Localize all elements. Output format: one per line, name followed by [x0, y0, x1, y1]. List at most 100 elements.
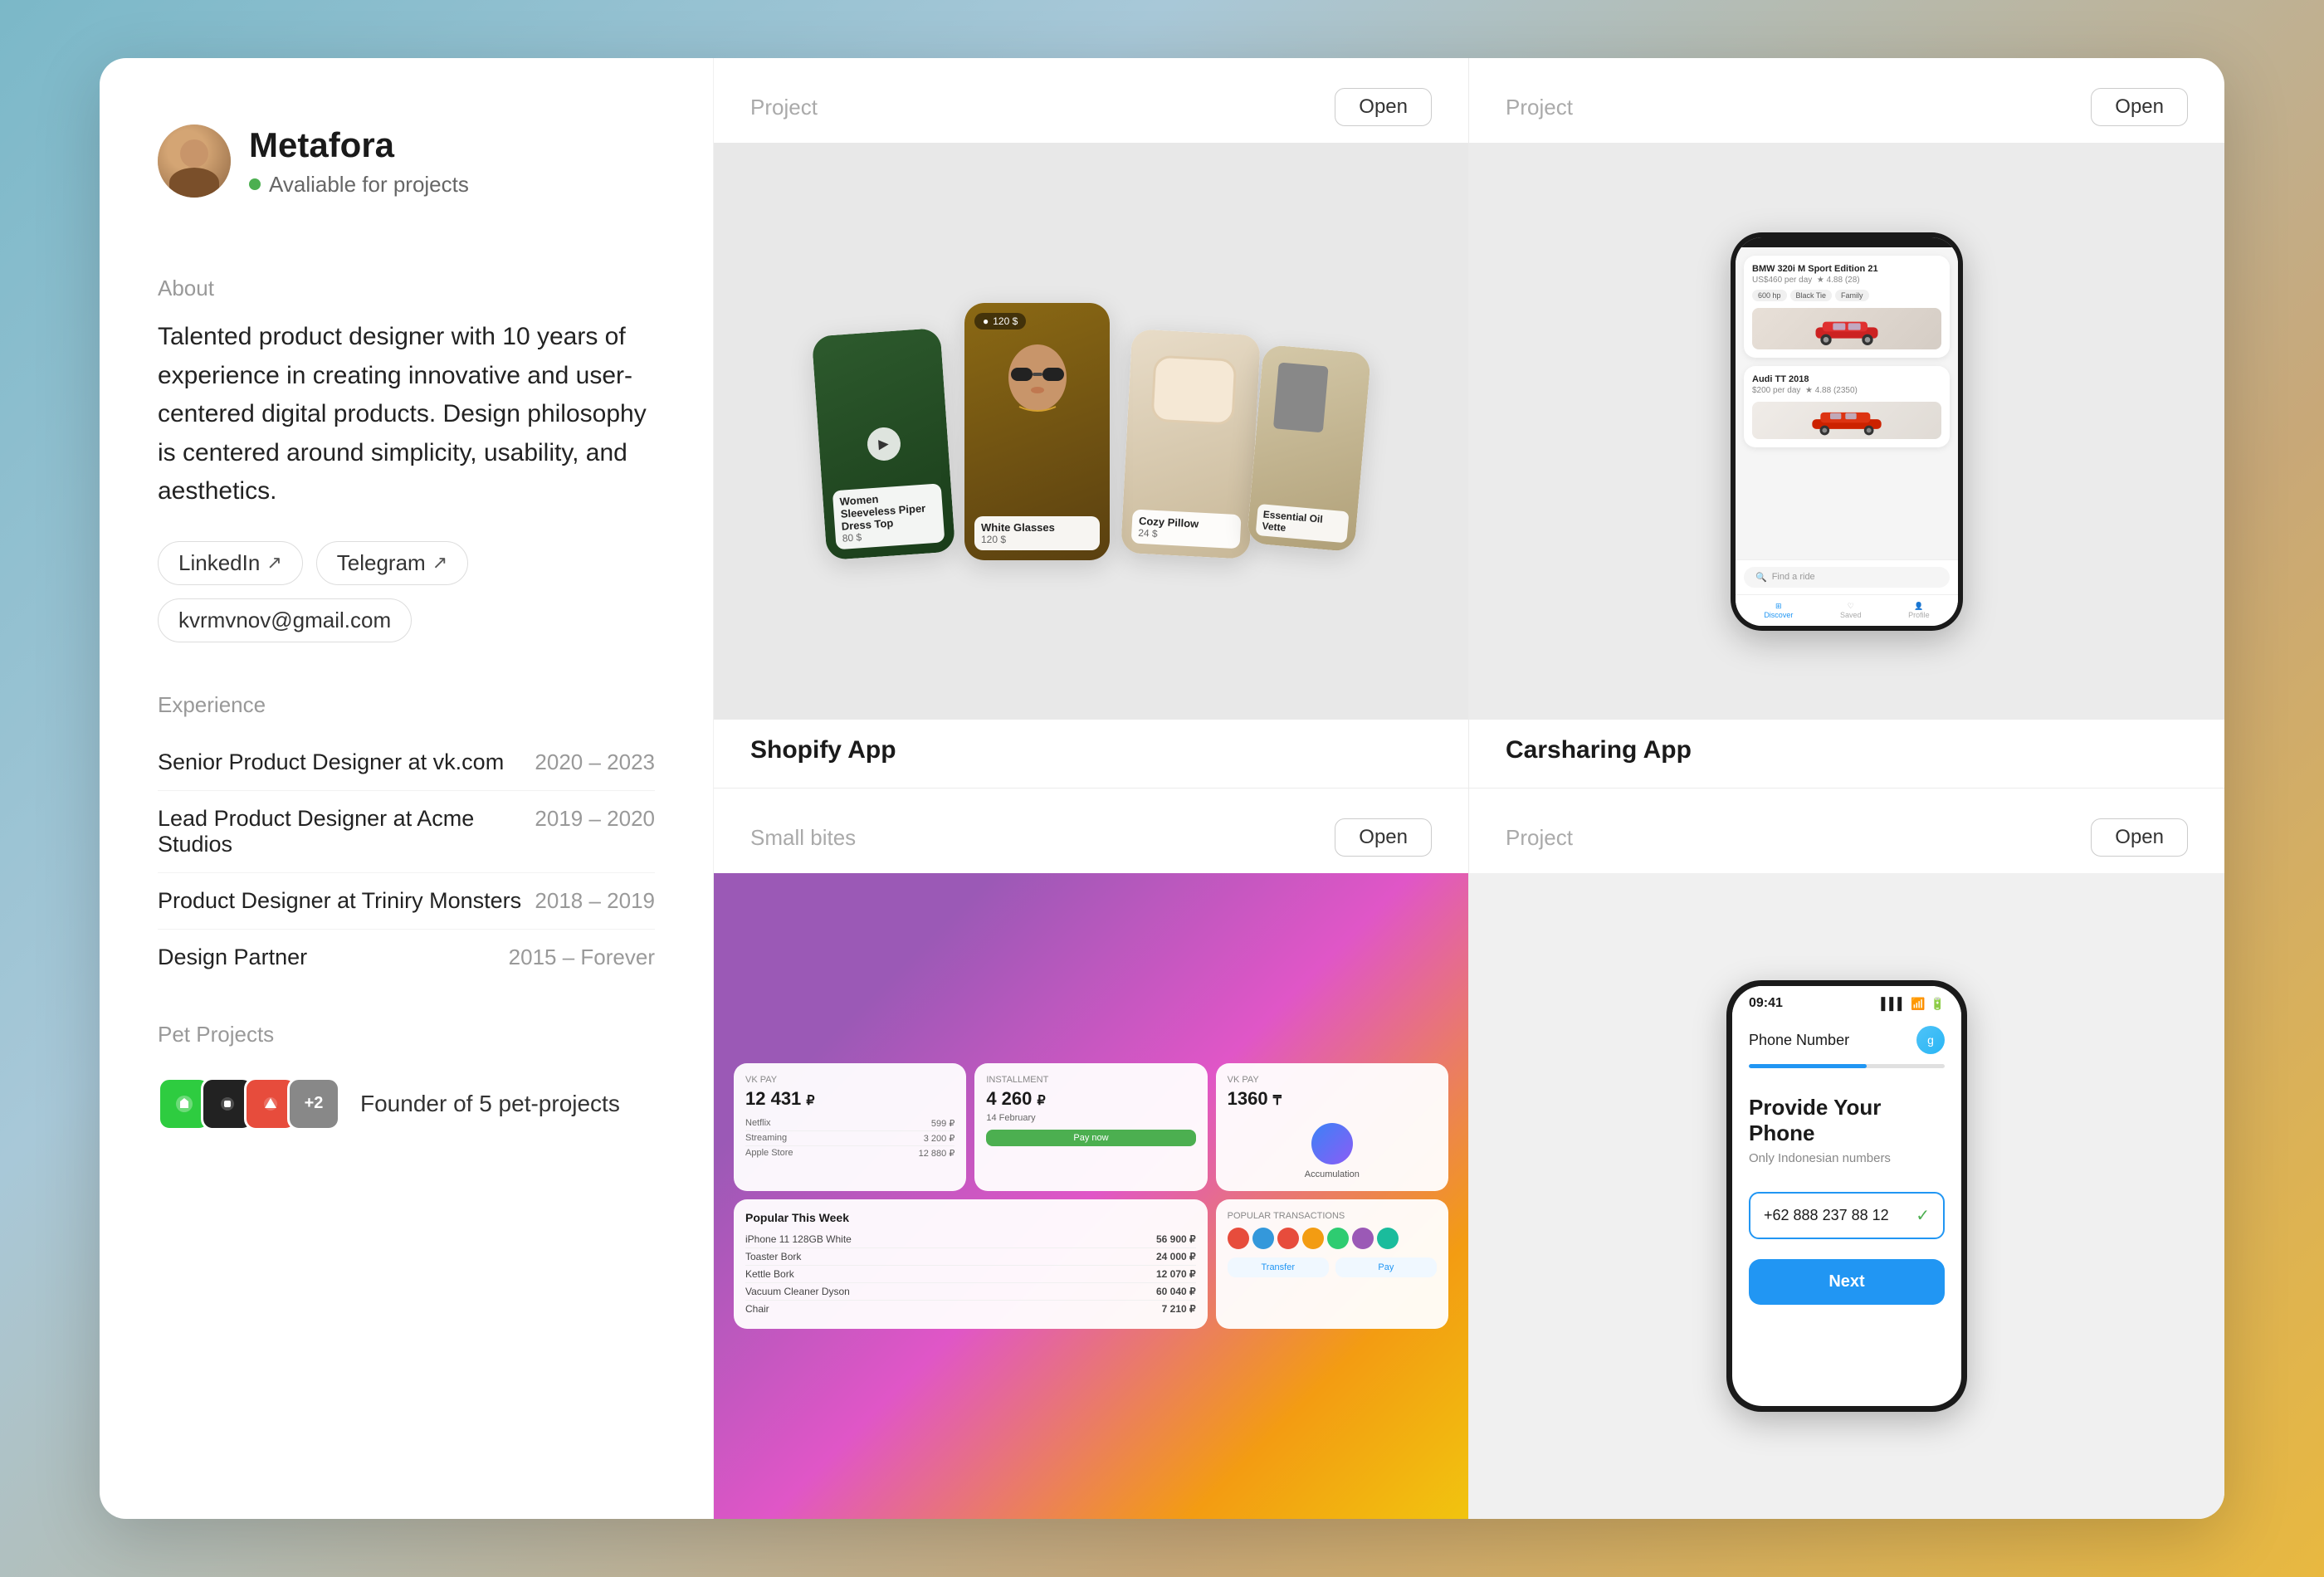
smallbites-project-cell: Small bites Open VK PAY 12 431 ₽	[714, 788, 1469, 1519]
pet-icon-count: +2	[287, 1077, 340, 1130]
shopify-item-label-1: Women Sleeveless Piper Dress Top 80 $	[832, 483, 945, 549]
provide-title: Provide Your Phone	[1749, 1095, 1945, 1146]
signal-icon: ▌▌▌	[1881, 997, 1906, 1010]
notch-time: 09:41	[1749, 996, 1783, 1011]
play-icon[interactable]: ▶	[866, 426, 901, 461]
phone-app-body: Provide Your Phone Only Indonesian numbe…	[1732, 1095, 1961, 1406]
profile-status: Avaliable for projects	[249, 172, 469, 198]
profile-name-status: Metafora Avaliable for projects	[249, 125, 469, 198]
links-row: LinkedIn ↗ Telegram ↗	[158, 541, 655, 585]
exp-years-0: 2020 – 2023	[535, 749, 655, 775]
pet-label: Founder of 5 pet-projects	[360, 1091, 620, 1117]
left-panel: Metafora Avaliable for projects About Ta…	[100, 58, 714, 1519]
exp-title-2: Product Designer at Triniry Monsters	[158, 888, 521, 914]
provide-subtitle: Only Indonesian numbers	[1749, 1151, 1945, 1165]
carsharing-type: Project	[1506, 95, 1573, 120]
shopify-project-cell: Project Open ▶ Women Sleeveless Piper Dr…	[714, 58, 1469, 788]
exp-years-2: 2018 – 2019	[535, 888, 655, 914]
car1-name: BMW 320i M Sport Edition 21	[1752, 264, 1941, 274]
progress-bar-container	[1732, 1064, 1961, 1068]
vkpay-currency2: ₽	[1038, 1094, 1046, 1108]
car2-name: Audi TT 2018	[1752, 374, 1941, 384]
smallbites-cell-header: Small bites Open	[714, 788, 1468, 873]
wifi-icon: 📶	[1911, 997, 1925, 1011]
email-badge[interactable]: kvrmvnov@gmail.com	[158, 598, 412, 642]
linkedin-link[interactable]: LinkedIn ↗	[158, 541, 303, 585]
svg-text:g: g	[1927, 1033, 1934, 1047]
smallbites-preview: VK PAY 12 431 ₽ Netflix599 ₽ Streami	[714, 873, 1468, 1519]
checkmark-icon: ✓	[1916, 1205, 1930, 1226]
exp-title-3: Design Partner	[158, 945, 307, 970]
vkpay-trans-title: POPULAR TRANSACTIONS	[1228, 1211, 1437, 1221]
carsharing-project-cell: Project Open	[1469, 58, 2224, 788]
vkpay-label3: 1360	[1228, 1088, 1268, 1109]
phone-number-mockup: 09:41 ▌▌▌ 📶 🔋 Phone Number	[1726, 980, 1967, 1412]
vkpay-pay[interactable]: Pay	[1335, 1257, 1437, 1277]
shopify-card-2: ●120 $	[964, 303, 1110, 560]
vkpay-price-2: 12 070 ₽	[1156, 1268, 1196, 1280]
experience-label: Experience	[158, 692, 655, 718]
vkpay-date2: 14 February	[986, 1113, 1195, 1123]
exp-years-3: 2015 – Forever	[509, 945, 655, 970]
vkpay-price-0: 56 900 ₽	[1156, 1233, 1196, 1245]
vkpay-price-1: 24 000 ₽	[1156, 1251, 1196, 1262]
shopify-card-1: ▶ Women Sleeveless Piper Dress Top 80 $	[812, 327, 955, 559]
phone-input-field[interactable]: +62 888 237 88 12 ✓	[1749, 1192, 1945, 1239]
exp-title-1: Lead Product Designer at Acme Studios	[158, 806, 535, 857]
telegram-link[interactable]: Telegram ↗	[316, 541, 468, 585]
about-label: About	[158, 276, 655, 301]
avatar	[158, 124, 231, 198]
phone-app-title: Phone Number	[1749, 1032, 1849, 1049]
phoneapp-preview: 09:41 ▌▌▌ 📶 🔋 Phone Number	[1469, 873, 2224, 1519]
pet-projects-label: Pet Projects	[158, 1022, 655, 1047]
car1-price: US$460 per day	[1752, 276, 1812, 285]
shopify-item-name-4: Essential Oil Vette	[1262, 508, 1343, 538]
vkpay-transfer[interactable]: Transfer	[1228, 1257, 1329, 1277]
vkpay-item-1: Toaster Bork	[745, 1251, 801, 1262]
carsharing-cell-header: Project Open	[1469, 58, 2224, 143]
profile-name: Metafora	[249, 125, 469, 165]
profile-header: Metafora Avaliable for projects	[158, 124, 655, 198]
exp-title-0: Senior Product Designer at vk.com	[158, 749, 504, 775]
telegram-arrow-icon: ↗	[432, 552, 447, 574]
phone-number-screen: 09:41 ▌▌▌ 📶 🔋 Phone Number	[1732, 986, 1961, 1406]
status-text: Avaliable for projects	[269, 172, 469, 198]
battery-icon: 🔋	[1931, 997, 1945, 1011]
car-phone-mockup: BMW 320i M Sport Edition 21 US$460 per d…	[1731, 232, 1963, 631]
email-text: kvrmvnov@gmail.com	[178, 608, 391, 633]
vkpay-accumulation: Accumulation	[1228, 1169, 1437, 1179]
phoneapp-open-button[interactable]: Open	[2091, 818, 2188, 857]
find-ride-label: Find a ride	[1772, 572, 1815, 582]
smallbites-open-button[interactable]: Open	[1335, 818, 1432, 857]
experience-item: Senior Product Designer at vk.com 2020 –…	[158, 735, 655, 791]
car-phone-screen: BMW 320i M Sport Edition 21 US$460 per d…	[1736, 237, 1958, 626]
smallbites-type: Small bites	[750, 825, 856, 851]
discover-label: Discover	[1764, 611, 1793, 619]
exp-years-1: 2019 – 2020	[535, 806, 655, 832]
shopify-card-3: Cozy Pillow 24 $	[1120, 329, 1261, 559]
vkpay-item-3: Vacuum Cleaner Dyson	[745, 1286, 850, 1297]
vkpay-amount2: 4 260	[986, 1088, 1032, 1109]
shopify-preview: ▶ Women Sleeveless Piper Dress Top 80 $ …	[714, 143, 1468, 720]
phoneapp-type: Project	[1506, 825, 1573, 851]
experience-item: Lead Product Designer at Acme Studios 20…	[158, 791, 655, 873]
phone-value: +62 888 237 88 12	[1764, 1207, 1889, 1224]
vkpay-item-4: Chair	[745, 1303, 769, 1315]
progress-fill	[1749, 1064, 1867, 1068]
app-logo-icon: g	[1916, 1026, 1945, 1054]
shopify-open-button[interactable]: Open	[1335, 88, 1432, 126]
car2-price: $200 per day	[1752, 386, 1800, 395]
carsharing-open-button[interactable]: Open	[2091, 88, 2188, 126]
shopify-card-4: Essential Oil Vette	[1247, 344, 1371, 551]
linkedin-arrow-icon: ↗	[266, 552, 281, 574]
vkpay-price-4: 7 210 ₽	[1162, 1303, 1196, 1315]
vkpay-price-3: 60 040 ₽	[1156, 1286, 1196, 1297]
shopify-type: Project	[750, 95, 818, 120]
next-button[interactable]: Next	[1749, 1259, 1945, 1305]
shopify-item-name-2: White Glasses	[981, 521, 1093, 534]
bio-text: Talented product designer with 10 years …	[158, 318, 655, 511]
shopify-name: Shopify App	[750, 736, 896, 764]
notch-icons: ▌▌▌ 📶 🔋	[1881, 997, 1945, 1011]
experience-item: Product Designer at Triniry Monsters 201…	[158, 873, 655, 930]
carsharing-footer: Carsharing App	[1469, 720, 2224, 788]
